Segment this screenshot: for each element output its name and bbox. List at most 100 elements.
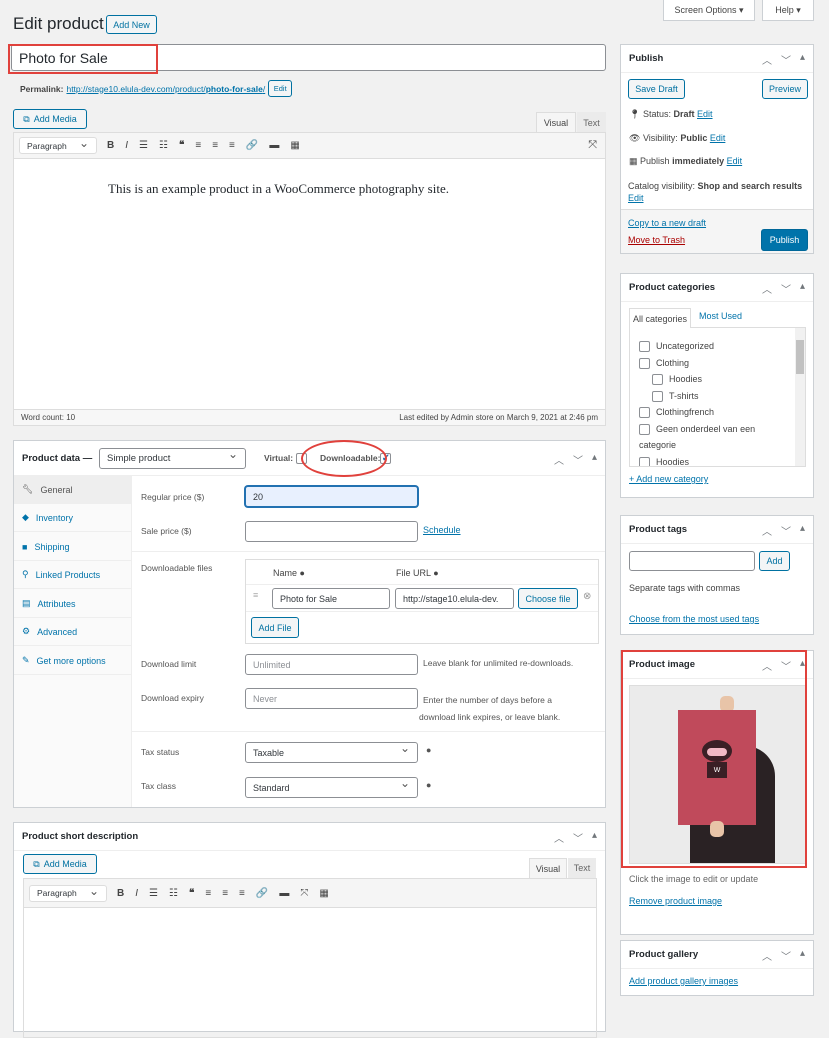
format-buttons: B I ☰ ☷ ❝ ≡ ≡ ≡ 🔗 ▬ ⤧ ▦: [117, 888, 329, 899]
toolbar-toggle-icon[interactable]: ▦: [319, 888, 328, 899]
bullet-list-icon[interactable]: ☰: [149, 888, 158, 899]
add-new-button[interactable]: Add New: [106, 15, 157, 34]
box-controls[interactable]: ︿ ﹀ ▴: [554, 452, 597, 467]
tab-advanced[interactable]: ⚙ Advanced: [14, 618, 132, 646]
bullet-list-icon[interactable]: ☰: [139, 140, 148, 151]
link-icon[interactable]: 🔗: [246, 140, 258, 151]
remove-image-link[interactable]: Remove product image: [629, 896, 722, 906]
italic-icon[interactable]: I: [125, 140, 128, 151]
help-button[interactable]: Help ▾: [762, 0, 814, 21]
add-category-link[interactable]: + Add new category: [629, 474, 708, 484]
tab-visual[interactable]: Visual: [536, 112, 576, 133]
align-left-icon[interactable]: ≡: [195, 140, 201, 151]
publish-time-edit-link[interactable]: Edit: [727, 156, 743, 166]
move-to-trash-link[interactable]: Move to Trash: [628, 235, 685, 245]
format-select[interactable]: Paragraph: [29, 884, 107, 902]
box-controls[interactable]: ︿ ﹀ ▴: [554, 830, 597, 845]
tab-text[interactable]: Text: [568, 858, 596, 878]
schedule-link[interactable]: Schedule: [423, 525, 461, 535]
file-name-input[interactable]: Photo for Sale: [272, 588, 390, 609]
status-edit-link[interactable]: Edit: [697, 109, 713, 119]
link-icon[interactable]: 🔗: [256, 888, 268, 899]
category-item[interactable]: T-shirts: [639, 388, 805, 405]
tab-text[interactable]: Text: [577, 112, 606, 133]
format-select[interactable]: Paragraph: [19, 136, 97, 154]
permalink-link[interactable]: http://stage10.elula-dev.com/product/pho…: [66, 84, 265, 94]
quote-icon[interactable]: ❝: [189, 888, 194, 899]
add-media-button[interactable]: ⧉ Add Media: [13, 109, 87, 129]
toolbar-toggle-icon[interactable]: ▦: [290, 140, 299, 151]
permalink-edit-button[interactable]: Edit: [268, 80, 293, 97]
add-gallery-images-link[interactable]: Add product gallery images: [629, 976, 738, 986]
align-right-icon[interactable]: ≡: [229, 140, 235, 151]
tab-attributes[interactable]: ▤ Attributes: [14, 590, 132, 618]
quote-icon[interactable]: ❝: [179, 140, 184, 151]
bold-icon[interactable]: B: [107, 140, 114, 151]
tab-get-more-options[interactable]: ✎ Get more options: [14, 647, 132, 675]
category-item[interactable]: Hoodies: [639, 454, 805, 466]
product-tags-box: Product tags ︿ ﹀ ▴ Add Separate tags with …: [620, 515, 814, 635]
numbered-list-icon[interactable]: ☷: [169, 888, 178, 899]
regular-price-input[interactable]: 20: [245, 486, 418, 507]
drag-handle-icon[interactable]: ≡: [253, 590, 258, 600]
tax-status-select[interactable]: Taxable: [245, 741, 418, 763]
tab-inventory[interactable]: ◆ Inventory: [14, 504, 132, 532]
download-limit-input[interactable]: Unlimited: [245, 654, 418, 675]
align-center-icon[interactable]: ≡: [222, 888, 228, 899]
add-tag-button[interactable]: Add: [759, 551, 790, 571]
visibility-row: 👁︎ Visibility: Public Edit: [629, 133, 726, 143]
catalog-visibility-row: Catalog visibility: Shop and search resu…: [628, 181, 803, 203]
tab-shipping[interactable]: ■ Shipping: [14, 533, 132, 561]
box-controls[interactable]: ︿ ﹀ ▴: [762, 52, 805, 67]
tax-class-select[interactable]: Standard: [245, 776, 418, 798]
align-left-icon[interactable]: ≡: [205, 888, 211, 899]
category-item[interactable]: Uncategorized: [639, 338, 805, 355]
tab-visual[interactable]: Visual: [529, 858, 567, 878]
tab-most-used[interactable]: Most Used: [699, 311, 742, 321]
tag-input[interactable]: [629, 551, 755, 571]
fullscreen-icon[interactable]: ⤧: [588, 139, 597, 152]
short-description-box: Product short description ︿ ﹀ ▴ ⧉ Add Media…: [13, 822, 606, 1038]
add-media-button[interactable]: ⧉ Add Media: [23, 854, 97, 874]
category-item[interactable]: Hoodies: [639, 371, 805, 388]
file-url-input[interactable]: http://stage10.elula-dev.: [395, 588, 514, 609]
screen-options-button[interactable]: Screen Options ▾: [663, 0, 755, 21]
publish-button[interactable]: Publish: [761, 229, 808, 251]
copy-draft-link[interactable]: Copy to a new draft: [628, 218, 706, 228]
save-draft-button[interactable]: Save Draft: [628, 79, 685, 99]
editor-content[interactable]: This is an example product in a WooComme…: [14, 159, 605, 409]
category-list[interactable]: Uncategorized Clothing Hoodies T-shirts …: [629, 327, 806, 467]
editor: Paragraph BI ☰ ☷ ❝ ≡ ≡ ≡ 🔗 ▬ ▦ ⤧ This is an examp…: [13, 132, 606, 426]
box-controls[interactable]: ︿ ﹀ ▴: [762, 281, 805, 296]
read-more-icon[interactable]: ▬: [279, 888, 289, 899]
tab-general[interactable]: 🔧︎ General: [14, 476, 132, 504]
tab-all-categories[interactable]: All categories: [629, 308, 691, 328]
box-controls[interactable]: ︿ ﹀ ▴: [762, 523, 805, 538]
fullscreen-icon[interactable]: ⤧: [300, 888, 308, 899]
visibility-edit-link[interactable]: Edit: [710, 133, 726, 143]
choose-file-button[interactable]: Choose file: [518, 588, 578, 609]
add-file-button[interactable]: Add File: [251, 617, 299, 638]
plugin-icon: ✎: [22, 655, 30, 665]
product-type-select[interactable]: Simple product: [99, 447, 246, 469]
read-more-icon[interactable]: ▬: [269, 140, 279, 151]
choose-tags-link[interactable]: Choose from the most used tags: [629, 614, 759, 624]
category-item[interactable]: Clothingfrench: [639, 404, 805, 421]
category-item[interactable]: Geen onderdeel van een categorie: [639, 421, 805, 454]
align-center-icon[interactable]: ≡: [212, 140, 218, 151]
align-right-icon[interactable]: ≡: [239, 888, 245, 899]
numbered-list-icon[interactable]: ☷: [159, 140, 168, 151]
sale-price-input[interactable]: [245, 521, 418, 542]
download-expiry-input[interactable]: Never: [245, 688, 418, 709]
bold-icon[interactable]: B: [117, 888, 124, 899]
short-editor[interactable]: Paragraph BI ☰ ☷ ❝ ≡ ≡ ≡ 🔗 ▬ ⤧ ▦: [23, 878, 597, 1038]
italic-icon[interactable]: I: [135, 888, 138, 899]
tab-linked-products[interactable]: ⚲ Linked Products: [14, 561, 132, 589]
box-controls[interactable]: ︿ ﹀ ▴: [762, 948, 805, 963]
catalog-edit-link[interactable]: Edit: [628, 193, 644, 203]
remove-file-icon[interactable]: ⊗: [583, 591, 591, 602]
preview-button[interactable]: Preview: [762, 79, 808, 99]
category-item[interactable]: Clothing: [639, 355, 805, 372]
product-data-box: Product data — Simple product Virtual: D…: [13, 440, 606, 808]
scrollbar[interactable]: [795, 328, 805, 466]
